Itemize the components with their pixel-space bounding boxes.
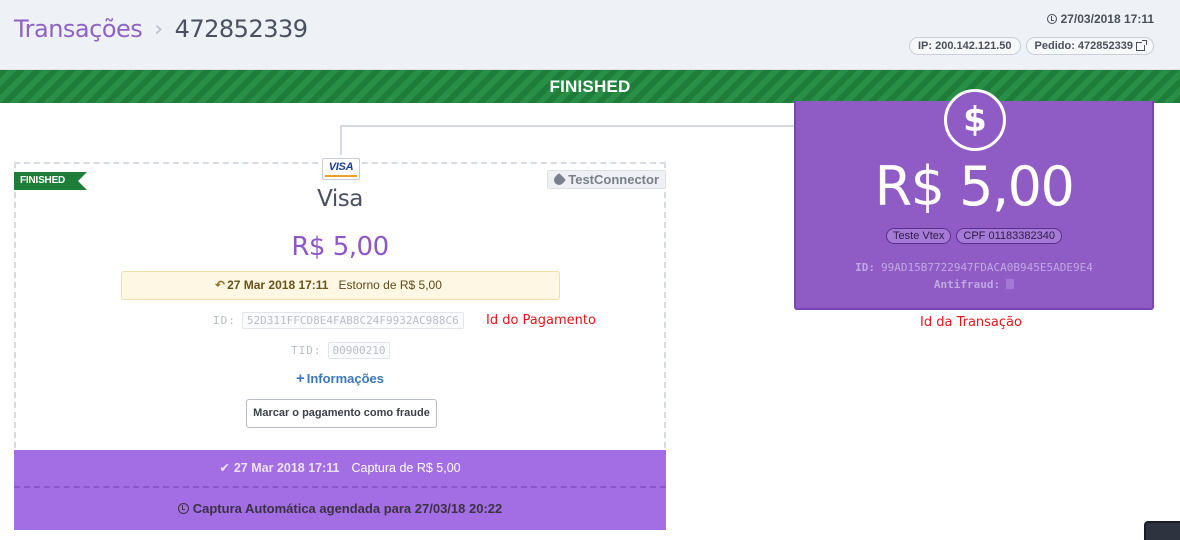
payment-id-annotation: Id do Pagamento <box>486 313 596 328</box>
chat-widget-button[interactable] <box>1144 521 1180 540</box>
connector-line <box>340 125 342 155</box>
connector-line <box>340 125 795 127</box>
auto-capture-entry: Captura Automática agendada para 27/03/1… <box>14 486 666 530</box>
info-link-text: Informações <box>306 371 385 386</box>
cpf-tag: CPF 01183382340 <box>956 228 1062 244</box>
order-link-text: Pedido: 472852339 <box>1034 40 1133 52</box>
transaction-amount: R$ 5,00 <box>874 155 1075 218</box>
header-meta: IP: 200.142.121.50 Pedido: 472852339 <box>908 37 1154 55</box>
connector-badge: TestConnector <box>547 170 666 189</box>
payment-id-value[interactable]: 52D311FFCD8E4FAB8C24F9932AC988C6 <box>241 312 464 329</box>
visa-logo-icon: VISA <box>322 158 360 180</box>
breadcrumb-transactions-link[interactable]: Transações <box>14 15 143 43</box>
breadcrumb: Transações › 472852339 <box>14 15 308 43</box>
mark-fraud-button[interactable]: Marcar o pagamento como fraude <box>246 399 437 428</box>
chevron-right-icon: › <box>154 16 163 42</box>
check-icon: ✔ <box>219 461 230 475</box>
payment-id-label: ID: <box>213 314 236 327</box>
order-link[interactable]: Pedido: 472852339 <box>1025 37 1154 55</box>
auto-capture-text: Captura Automática agendada para 27/03/1… <box>192 501 503 516</box>
capture-entry: ✔ 27 Mar 2018 17:11 Captura de R$ 5,00 <box>14 450 666 486</box>
clock-icon <box>1046 14 1057 24</box>
payment-id-row: ID: 52D311FFCD8E4FAB8C24F9932AC988C6 <box>213 312 464 329</box>
tid-label: TID: <box>291 344 322 357</box>
plus-icon: + <box>295 370 305 387</box>
clock-icon <box>177 503 189 514</box>
external-link-icon <box>1136 39 1147 51</box>
transaction-summary: $ R$ 5,00 Teste Vtex CPF 01183382340 ID:… <box>794 89 1154 310</box>
visa-logo-text: VISA <box>328 161 354 173</box>
tid-value[interactable]: 00900210 <box>327 342 391 359</box>
payment-amount: R$ 5,00 <box>291 232 389 262</box>
transaction-page: Transações › 472852339 27/03/2018 17:11 … <box>0 0 1180 540</box>
tid-row: TID: 00900210 <box>291 342 391 359</box>
status-banner: FINISHED <box>0 70 1180 103</box>
undo-arrow-icon: ↶ <box>215 278 226 292</box>
info-link[interactable]: + Informações <box>16 370 664 387</box>
transaction-id-row: ID: 99AD15B7722947FDACA0B945E5ADE9E4 <box>796 261 1152 274</box>
dollar-icon: $ <box>944 89 1006 151</box>
page-header: Transações › 472852339 27/03/2018 17:11 … <box>0 0 1180 70</box>
transaction-id-annotation: Id da Transação <box>920 315 1022 330</box>
transaction-date-text: 27/03/2018 17:11 <box>1060 12 1154 26</box>
transaction-tags: Teste Vtex CPF 01183382340 <box>796 228 1152 244</box>
payment-method-name: Visa <box>317 186 363 212</box>
capture-date: 27 Mar 2018 17:11 <box>233 461 340 475</box>
antifraud-label: Antifraud: <box>933 278 1001 291</box>
seller-tag: Teste Vtex <box>886 228 952 244</box>
plug-icon <box>552 172 567 187</box>
ip-badge-text: IP: 200.142.121.50 <box>917 40 1012 52</box>
ip-badge: IP: 200.142.121.50 <box>908 37 1021 55</box>
connector-name: TestConnector <box>568 172 659 187</box>
refund-text: Estorno de R$ 5,00 <box>338 278 442 292</box>
refund-entry: ↶ 27 Mar 2018 17:11 Estorno de R$ 5,00 <box>121 271 560 300</box>
page-title: 472852339 <box>174 15 308 43</box>
antifraud-row: Antifraud: <box>796 278 1152 291</box>
refund-date: 27 Mar 2018 17:11 <box>227 278 329 292</box>
transaction-id-value[interactable]: 99AD15B7722947FDACA0B945E5ADE9E4 <box>881 261 1093 274</box>
payment-card: FINISHED VISA Visa TestConnector R$ 5,00… <box>14 158 666 530</box>
antifraud-value <box>1006 279 1015 289</box>
capture-text: Captura de R$ 5,00 <box>351 461 461 475</box>
transaction-id-label: ID: <box>855 261 875 274</box>
transaction-date: 27/03/2018 17:11 <box>1046 12 1154 26</box>
